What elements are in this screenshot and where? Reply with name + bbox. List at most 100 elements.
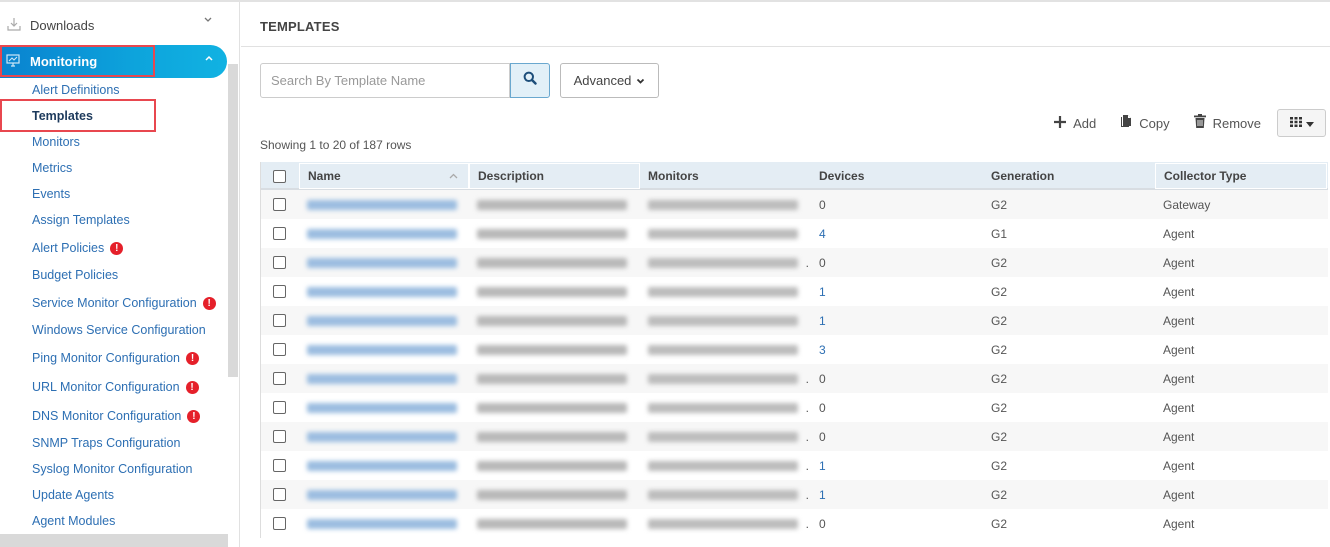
sidebar-item-dns-monitor-configuration[interactable]: DNS Monitor Configuration!	[32, 409, 201, 423]
sidebar-item-syslog-monitor-configuration[interactable]: Syslog Monitor Configuration	[32, 462, 193, 476]
row-select-cell	[261, 248, 299, 277]
redacted-name-link[interactable]	[307, 402, 457, 413]
sidebar-scrollbar[interactable]	[228, 64, 238, 377]
redacted-name-link[interactable]	[307, 315, 457, 326]
name-cell[interactable]	[299, 480, 469, 509]
name-cell[interactable]	[299, 248, 469, 277]
row-checkbox[interactable]	[273, 372, 286, 385]
sidebar-item-windows-service-configuration[interactable]: Windows Service Configuration	[32, 323, 206, 337]
sidebar-item-alert-policies[interactable]: Alert Policies!	[32, 241, 124, 255]
row-checkbox[interactable]	[273, 314, 286, 327]
column-header-generation[interactable]: Generation	[983, 163, 1155, 189]
row-checkbox[interactable]	[273, 401, 286, 414]
table-row[interactable]: . 0 G2 Agent	[261, 422, 1328, 451]
devices-count[interactable]: 3	[819, 343, 826, 357]
advanced-dropdown-button[interactable]: Advanced	[560, 63, 659, 98]
name-cell[interactable]	[299, 335, 469, 364]
redacted-name-link[interactable]	[307, 373, 457, 384]
table-header: Name Description Monitors Devices Genera…	[261, 162, 1328, 190]
row-checkbox[interactable]	[273, 227, 286, 240]
sidebar-item-update-agents[interactable]: Update Agents	[32, 488, 114, 502]
sidebar-item-monitors[interactable]: Monitors	[32, 135, 80, 149]
table-row[interactable]: 0 G2 Gateway	[261, 190, 1328, 219]
redacted-name-link[interactable]	[307, 460, 457, 471]
sidebar-item-assign-templates[interactable]: Assign Templates	[32, 213, 130, 227]
sidebar: Downloads Monitoring Alert Definitions T…	[0, 2, 240, 547]
table-row[interactable]: . 0 G2 Agent	[261, 364, 1328, 393]
name-cell[interactable]	[299, 277, 469, 306]
name-cell[interactable]	[299, 306, 469, 335]
table-row[interactable]: 4 G1 Agent	[261, 219, 1328, 248]
sidebar-item-metrics[interactable]: Metrics	[32, 161, 72, 175]
name-cell[interactable]	[299, 451, 469, 480]
redacted-name-link[interactable]	[307, 518, 457, 529]
name-cell[interactable]	[299, 393, 469, 422]
sidebar-item-downloads[interactable]: Downloads	[0, 12, 228, 40]
row-checkbox[interactable]	[273, 343, 286, 356]
sidebar-item-ping-monitor-configuration[interactable]: Ping Monitor Configuration!	[32, 351, 199, 365]
copy-button[interactable]: Copy	[1120, 114, 1170, 132]
redacted-name-link[interactable]	[307, 489, 457, 500]
table-row[interactable]: . 1 G2 Agent	[261, 451, 1328, 480]
select-all-checkbox[interactable]	[273, 169, 286, 183]
row-checkbox[interactable]	[273, 285, 286, 298]
row-checkbox[interactable]	[273, 256, 286, 269]
sidebar-item-templates[interactable]: Templates	[32, 109, 93, 123]
name-cell[interactable]	[299, 190, 469, 219]
column-header-collector-type[interactable]: Collector Type	[1155, 163, 1327, 189]
redacted-name-link[interactable]	[307, 228, 457, 239]
redacted-name-link[interactable]	[307, 199, 457, 210]
sidebar-item-agent-modules[interactable]: Agent Modules	[32, 514, 115, 528]
sidebar-item-url-monitor-configuration[interactable]: URL Monitor Configuration!	[32, 380, 199, 394]
row-checkbox[interactable]	[273, 198, 286, 211]
columns-toggle-button[interactable]	[1277, 109, 1326, 137]
plus-icon	[1054, 115, 1067, 132]
column-header-description[interactable]: Description	[469, 163, 640, 189]
monitors-cell: .	[640, 364, 811, 393]
column-header-monitors[interactable]: Monitors	[640, 163, 811, 189]
devices-cell: 1	[811, 480, 983, 509]
table-row[interactable]: 3 G2 Agent	[261, 335, 1328, 364]
devices-count[interactable]: 4	[819, 227, 826, 241]
devices-count: 0	[819, 429, 826, 444]
sidebar-section-monitoring[interactable]: Monitoring	[0, 45, 227, 78]
sidebar-item-budget-policies[interactable]: Budget Policies	[32, 268, 118, 282]
redacted-name-link[interactable]	[307, 286, 457, 297]
name-cell[interactable]	[299, 219, 469, 248]
table-row[interactable]: . 0 G2 Agent	[261, 248, 1328, 277]
add-button[interactable]: Add	[1054, 115, 1096, 132]
row-select-cell	[261, 364, 299, 393]
table-row[interactable]: . 0 G2 Agent	[261, 393, 1328, 422]
row-checkbox[interactable]	[273, 517, 286, 530]
remove-button[interactable]: Remove	[1193, 114, 1261, 132]
name-cell[interactable]	[299, 422, 469, 451]
row-checkbox[interactable]	[273, 488, 286, 501]
description-cell	[469, 422, 640, 451]
row-checkbox[interactable]	[273, 430, 286, 443]
table-row[interactable]: . 0 G2 Agent	[261, 509, 1328, 538]
redacted-name-link[interactable]	[307, 431, 457, 442]
search-button[interactable]	[510, 63, 550, 98]
devices-count[interactable]: 1	[819, 285, 826, 299]
row-checkbox[interactable]	[273, 459, 286, 472]
table-row[interactable]: 1 G2 Agent	[261, 277, 1328, 306]
sidebar-item-service-monitor-configuration[interactable]: Service Monitor Configuration!	[32, 296, 216, 310]
search-input[interactable]	[261, 64, 509, 97]
column-header-devices[interactable]: Devices	[811, 163, 983, 189]
devices-count[interactable]: 1	[819, 488, 826, 502]
column-header-name[interactable]: Name	[299, 163, 469, 189]
name-cell[interactable]	[299, 364, 469, 393]
description-cell	[469, 277, 640, 306]
sidebar-item-snmp-traps-configuration[interactable]: SNMP Traps Configuration	[32, 436, 180, 450]
devices-count[interactable]: 1	[819, 314, 826, 328]
sidebar-item-alert-definitions[interactable]: Alert Definitions	[32, 83, 120, 97]
redacted-name-link[interactable]	[307, 344, 457, 355]
sidebar-horizontal-scrollbar[interactable]	[0, 534, 228, 547]
name-cell[interactable]	[299, 509, 469, 538]
devices-count[interactable]: 1	[819, 459, 826, 473]
sort-ascending-icon[interactable]	[449, 171, 458, 181]
table-row[interactable]: . 1 G2 Agent	[261, 480, 1328, 509]
redacted-name-link[interactable]	[307, 257, 457, 268]
table-row[interactable]: 1 G2 Agent	[261, 306, 1328, 335]
sidebar-item-events[interactable]: Events	[32, 187, 70, 201]
